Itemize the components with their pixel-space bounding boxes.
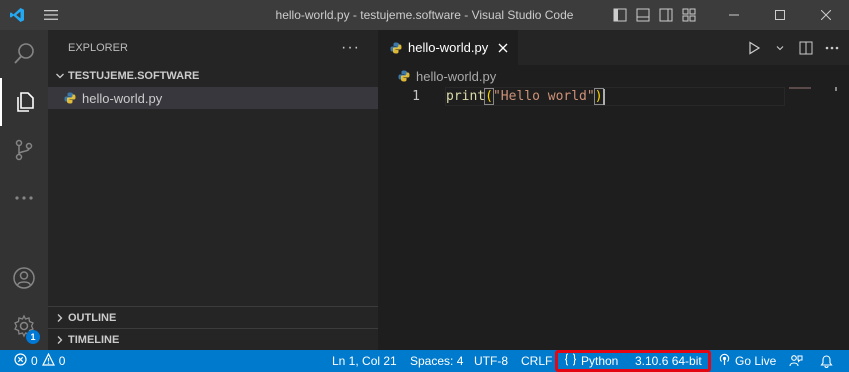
chevron-right-icon [52, 313, 68, 323]
outline-section-header[interactable]: OUTLINE [48, 306, 378, 328]
source-control-icon[interactable] [0, 126, 48, 174]
status-bar: 0 0 Ln 1, Col 21 Spaces: 4 UTF-8 CRLF Py… [0, 350, 849, 372]
tab-label: hello-world.py [408, 40, 489, 55]
minimap[interactable] [789, 87, 811, 89]
chevron-right-icon [52, 335, 68, 345]
indentation[interactable]: Spaces: 4 [410, 350, 463, 372]
warning-icon [41, 352, 55, 369]
encoding[interactable]: UTF-8 [474, 350, 508, 372]
token-bracket-close: ) [593, 88, 604, 105]
explorer-icon[interactable] [0, 78, 48, 126]
explorer-sidebar: EXPLORER ··· TESTUJEME.SOFTWARE hello-wo… [48, 30, 378, 350]
folder-name: TESTUJEME.SOFTWARE [68, 70, 200, 82]
settings-badge: 1 [26, 330, 40, 344]
error-icon [14, 353, 27, 369]
editor-area: hello-world.py hello-world.py 1 print("H… [378, 30, 849, 350]
settings-icon[interactable]: 1 [0, 302, 48, 350]
close-tab-icon[interactable] [498, 43, 508, 53]
line-number: 1 [412, 89, 420, 104]
search-icon[interactable] [0, 30, 48, 78]
highlight-annotation [555, 350, 711, 372]
python-file-icon [390, 42, 402, 54]
close-icon[interactable] [803, 0, 849, 30]
vscode-logo-icon [0, 0, 34, 30]
minimize-icon[interactable] [711, 0, 757, 30]
explorer-more-button[interactable]: ··· [341, 39, 360, 57]
run-icon[interactable] [745, 39, 763, 57]
hamburger-menu-icon[interactable] [34, 0, 68, 30]
code-text[interactable]: print("Hello world") [445, 87, 785, 106]
timeline-label: TIMELINE [68, 333, 120, 346]
go-live-label: Go Live [735, 354, 777, 368]
file-item-hello-world[interactable]: hello-world.py [48, 87, 378, 109]
activity-bar: 1 [0, 30, 48, 350]
toggle-panel-icon[interactable] [634, 7, 651, 24]
outline-label: OUTLINE [68, 311, 117, 324]
tab-hello-world[interactable]: hello-world.py [378, 30, 519, 65]
more-icon[interactable] [0, 174, 48, 222]
go-live-button[interactable]: Go Live [718, 350, 776, 372]
customize-layout-icon[interactable] [680, 7, 697, 24]
cursor-position[interactable]: Ln 1, Col 21 [332, 350, 397, 372]
scrollbar[interactable] [835, 87, 837, 91]
token-string: "Hello world" [492, 89, 595, 104]
chevron-down-icon[interactable] [771, 39, 789, 57]
chevron-down-icon [52, 71, 68, 81]
end-of-line[interactable]: CRLF [521, 350, 552, 372]
folder-section-header[interactable]: TESTUJEME.SOFTWARE [48, 65, 378, 87]
explorer-header: EXPLORER [68, 41, 128, 54]
editor-tabs: hello-world.py [378, 30, 849, 65]
breadcrumb-file[interactable]: hello-world.py [416, 69, 496, 84]
accounts-icon[interactable] [0, 254, 48, 302]
notifications-bell-icon[interactable] [820, 350, 833, 372]
toggle-primary-sidebar-icon[interactable] [611, 7, 628, 24]
token-function: print [446, 89, 486, 104]
title-bar: hello-world.py - testujeme.software - Vi… [0, 0, 849, 30]
file-name: hello-world.py [82, 90, 163, 106]
feedback-icon[interactable] [789, 350, 803, 372]
split-editor-icon[interactable] [797, 39, 815, 57]
code-line[interactable]: 1 print("Hello world") [378, 87, 849, 106]
python-file-icon [64, 92, 76, 104]
warning-count: 0 [58, 354, 66, 368]
token-bracket-open: ( [484, 88, 494, 105]
problems-indicator[interactable]: 0 0 [14, 350, 65, 372]
broadcast-icon [718, 353, 731, 369]
toggle-secondary-sidebar-icon[interactable] [657, 7, 674, 24]
error-count: 0 [31, 354, 38, 368]
timeline-section-header[interactable]: TIMELINE [48, 328, 378, 350]
more-actions-icon[interactable] [823, 39, 841, 57]
breadcrumb[interactable]: hello-world.py [378, 65, 849, 87]
text-cursor [602, 88, 605, 105]
python-file-icon [398, 70, 410, 82]
maximize-icon[interactable] [757, 0, 803, 30]
